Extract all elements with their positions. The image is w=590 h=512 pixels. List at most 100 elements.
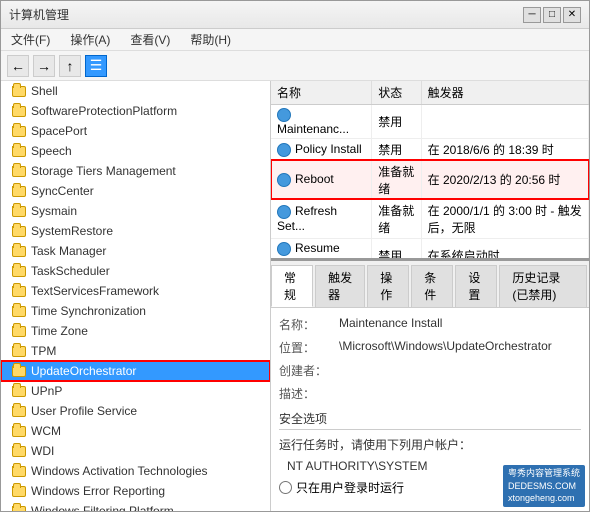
task-status-cell: 禁用 — [372, 238, 421, 261]
folder-icon — [11, 443, 27, 459]
run-as-row: 运行任务时，请使用下列用户帐户： — [279, 436, 581, 453]
tab-conditions[interactable]: 条件 — [411, 265, 453, 307]
folder-icon — [11, 363, 27, 379]
folder-icon — [11, 503, 27, 511]
task-trigger-cell: 在 2018/6/6 的 18:39 时 — [421, 138, 588, 160]
folder-icon — [11, 343, 27, 359]
location-row: 位置： \Microsoft\Windows\UpdateOrchestrato… — [279, 339, 581, 356]
tree-item-3[interactable]: Speech — [1, 141, 270, 161]
table-row[interactable]: Resume On...禁用在系统启动时 — [271, 238, 589, 261]
watermark-line1: 粤秀内容管理系统 — [508, 467, 580, 480]
folder-icon — [11, 423, 27, 439]
title-bar: 计算机管理 ─ □ ✕ — [1, 1, 589, 29]
tree-item-label: TPM — [31, 344, 56, 358]
task-trigger-cell — [421, 105, 588, 139]
tree-item-label: SystemRestore — [31, 224, 113, 238]
task-clock-icon — [277, 108, 291, 122]
table-row[interactable]: Refresh Set...准备就绪在 2000/1/1 的 3:00 时 - … — [271, 199, 589, 238]
tree-item-17[interactable]: WCM — [1, 421, 270, 441]
task-name-cell: Reboot — [271, 160, 372, 199]
tree-item-19[interactable]: Windows Activation Technologies — [1, 461, 270, 481]
tree-item-label: WDI — [31, 444, 54, 458]
radio-logged-on[interactable] — [279, 481, 292, 494]
menu-view[interactable]: 查看(V) — [124, 29, 176, 50]
tree-item-0[interactable]: Shell — [1, 81, 270, 101]
menu-bar: 文件(F) 操作(A) 查看(V) 帮助(H) — [1, 29, 589, 51]
tree-item-14[interactable]: UpdateOrchestrator — [1, 361, 270, 381]
table-row[interactable]: Maintenanc...禁用 — [271, 105, 589, 139]
folder-icon — [11, 183, 27, 199]
tree-item-label: Speech — [31, 144, 72, 158]
menu-help[interactable]: 帮助(H) — [184, 29, 237, 50]
show-hide-button[interactable]: ☰ — [85, 55, 107, 77]
tree-item-11[interactable]: Time Synchronization — [1, 301, 270, 321]
table-row[interactable]: Reboot准备就绪在 2020/2/13 的 20:56 时 — [271, 160, 589, 199]
close-button[interactable]: ✕ — [563, 7, 581, 23]
tree-item-label: User Profile Service — [31, 404, 137, 418]
right-panel-wrapper: 名称 状态 触发器 Maintenanc...禁用Policy Install禁… — [271, 81, 589, 511]
table-row[interactable]: Policy Install禁用在 2018/6/6 的 18:39 时 — [271, 138, 589, 160]
tree-item-21[interactable]: Windows Filtering Platform — [1, 501, 270, 511]
task-status-cell: 准备就绪 — [372, 199, 421, 238]
tree-item-label: Sysmain — [31, 204, 77, 218]
tree-item-5[interactable]: SyncCenter — [1, 181, 270, 201]
tab-triggers[interactable]: 触发器 — [315, 265, 365, 307]
tree-item-label: Shell — [31, 84, 58, 98]
window-title: 计算机管理 — [9, 6, 523, 23]
task-clock-icon — [277, 242, 291, 256]
task-trigger-cell: 在 2020/2/13 的 20:56 时 — [421, 160, 588, 199]
task-trigger-cell: 在系统启动时 — [421, 238, 588, 261]
tree-item-13[interactable]: TPM — [1, 341, 270, 361]
col-trigger: 触发器 — [421, 81, 588, 105]
task-name-cell: Maintenanc... — [271, 105, 372, 139]
tree-item-16[interactable]: User Profile Service — [1, 401, 270, 421]
up-button[interactable]: ↑ — [59, 55, 81, 77]
tree-item-15[interactable]: UPnP — [1, 381, 270, 401]
folder-icon — [11, 303, 27, 319]
tree-item-18[interactable]: WDI — [1, 441, 270, 461]
task-clock-icon — [277, 205, 291, 219]
menu-file[interactable]: 文件(F) — [5, 29, 56, 50]
name-label: 名称： — [279, 316, 339, 333]
folder-icon — [11, 243, 27, 259]
tab-general[interactable]: 常规 — [271, 265, 313, 307]
task-name-cell: Policy Install — [271, 138, 372, 160]
tree-item-8[interactable]: Task Manager — [1, 241, 270, 261]
tree-item-12[interactable]: Time Zone — [1, 321, 270, 341]
forward-button[interactable]: → — [33, 55, 55, 77]
radio-logged-on-label: 只在用户登录时运行 — [296, 479, 404, 496]
tree-item-label: SyncCenter — [31, 184, 94, 198]
tree-item-10[interactable]: TextServicesFramework — [1, 281, 270, 301]
tree-item-label: Time Synchronization — [31, 304, 146, 318]
main-window: 计算机管理 ─ □ ✕ 文件(F) 操作(A) 查看(V) 帮助(H) ← → … — [0, 0, 590, 512]
tab-history[interactable]: 历史记录(已禁用) — [499, 265, 587, 307]
menu-action[interactable]: 操作(A) — [64, 29, 116, 50]
folder-icon — [11, 203, 27, 219]
watermark: 粤秀内容管理系统 DEDESMS.COM xtongeheng.com — [503, 465, 585, 507]
task-status-cell: 禁用 — [372, 138, 421, 160]
tree-item-7[interactable]: SystemRestore — [1, 221, 270, 241]
folder-icon — [11, 223, 27, 239]
folder-icon — [11, 403, 27, 419]
tree-item-4[interactable]: Storage Tiers Management — [1, 161, 270, 181]
tab-settings[interactable]: 设置 — [455, 265, 497, 307]
folder-icon — [11, 163, 27, 179]
minimize-button[interactable]: ─ — [523, 7, 541, 23]
toolbar: ← → ↑ ☰ — [1, 51, 589, 81]
tree-item-20[interactable]: Windows Error Reporting — [1, 481, 270, 501]
watermark-url: xtongeheng.com — [508, 492, 580, 505]
maximize-button[interactable]: □ — [543, 7, 561, 23]
tree-item-label: TaskScheduler — [31, 264, 110, 278]
folder-icon — [11, 323, 27, 339]
tab-actions[interactable]: 操作 — [367, 265, 409, 307]
folder-icon — [11, 83, 27, 99]
task-name-cell: Resume On... — [271, 238, 372, 261]
tree-item-9[interactable]: TaskScheduler — [1, 261, 270, 281]
tree-item-6[interactable]: Sysmain — [1, 201, 270, 221]
window-controls: ─ □ ✕ — [523, 7, 581, 23]
tree-item-2[interactable]: SpacePort — [1, 121, 270, 141]
tree-item-label: SoftwareProtectionPlatform — [31, 104, 177, 118]
tree-item-1[interactable]: SoftwareProtectionPlatform — [1, 101, 270, 121]
back-button[interactable]: ← — [7, 55, 29, 77]
desc-label: 描述： — [279, 385, 339, 402]
